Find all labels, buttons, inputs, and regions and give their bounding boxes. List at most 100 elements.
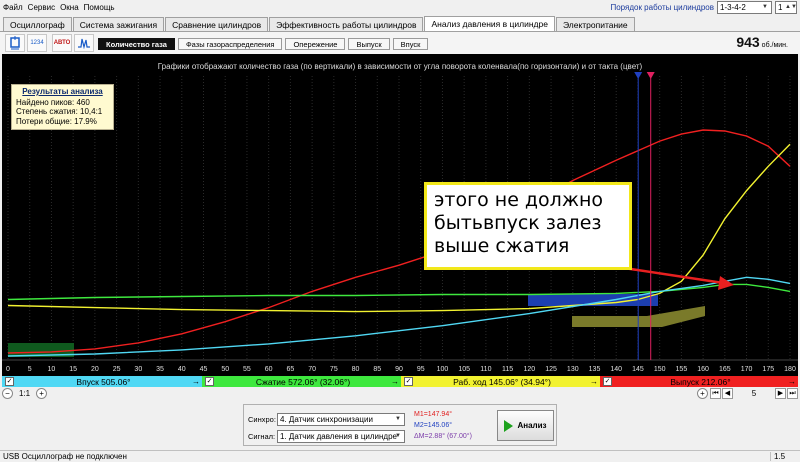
stroke-intake[interactable]: ✓ Впуск 505.06° →: [2, 376, 202, 387]
tab-label: Осциллограф: [10, 19, 65, 30]
checkbox-icon[interactable]: ✓: [205, 377, 214, 386]
subtab-label: Фазы газораспределения: [185, 39, 275, 49]
arrow-right-icon[interactable]: →: [190, 377, 202, 386]
annotation-line-1: этого не должно: [434, 189, 603, 211]
subtab-exhaust[interactable]: Выпуск: [348, 38, 390, 50]
annotation-note: этого не должно бытьвпуск залез выше сжа…: [424, 182, 632, 270]
x-tick-label: 75: [330, 366, 338, 373]
subtab-intake[interactable]: Впуск: [392, 38, 429, 50]
analyze-label: Анализ: [517, 421, 547, 430]
results-title: Результаты анализа: [22, 87, 103, 96]
cylinder-icon[interactable]: [5, 34, 25, 52]
zoom-out-icon[interactable]: −: [2, 388, 13, 399]
signal-select[interactable]: 1. Датчик давления в цилиндре ▼: [277, 430, 405, 443]
menu-file[interactable]: Файл: [3, 3, 23, 12]
chevron-down-icon: ▼: [762, 4, 768, 10]
prev-page-icon[interactable]: ◀: [722, 388, 733, 399]
x-tick-label: 115: [502, 366, 513, 373]
x-tick-label: 110: [480, 366, 491, 373]
stroke-power[interactable]: ✓ Раб. ход 145.06° (34.94°) →: [401, 376, 600, 387]
tab-oscilloscope[interactable]: Осциллограф: [3, 17, 72, 31]
gas-quantity-chart[interactable]: Графики отображают количество газа (по в…: [2, 54, 798, 376]
x-tick-label: 180: [784, 366, 796, 373]
next-page-icon[interactable]: ▶: [775, 388, 786, 399]
spin-arrows-icon: ▲▼: [785, 4, 797, 10]
cylinder-order-select[interactable]: 1-3-4-2 ▼: [717, 1, 772, 14]
annotation-line-2: бытьвпуск залез: [434, 212, 602, 234]
first-page-icon[interactable]: ⏮: [710, 388, 721, 399]
x-tick-label: 10: [48, 366, 56, 373]
subtab-advance[interactable]: Опережение: [285, 38, 346, 50]
last-page-icon[interactable]: ⏭: [787, 388, 798, 399]
tab-label: Электропитание: [562, 19, 628, 30]
sync-label: Синхро:: [248, 415, 276, 424]
pulse-icon[interactable]: [74, 34, 94, 52]
stroke-power-label: Раб. ход 145.06° (34.94°): [453, 376, 551, 387]
arrow-right-icon[interactable]: →: [389, 377, 401, 386]
stroke-exhaust[interactable]: ✓ Выпуск 212.06° →: [600, 376, 798, 387]
navigation-bar: − 1:1 + + ⏮ ◀ 5 ▶ ⏭: [0, 387, 800, 400]
cylinder-numbers-icon[interactable]: 1234: [27, 34, 47, 52]
auto-icon[interactable]: АВТО: [52, 34, 72, 52]
arrow-right-icon[interactable]: →: [588, 377, 600, 386]
rpm-display: 943 об./мин.: [736, 34, 788, 50]
page-number: 5: [751, 389, 757, 398]
marker-delta: ΔM=2.88° (67.00°): [414, 433, 472, 440]
analysis-control-panel: Синхро: 4. Датчик синхронизации ▼ Сигнал…: [243, 404, 557, 446]
tab-cylinder-efficiency[interactable]: Эффективность работы цилиндров: [269, 17, 424, 31]
x-tick-label: 160: [697, 366, 709, 373]
sub-tabs: Количество газа Фазы газораспределения О…: [98, 38, 431, 50]
x-tick-label: 70: [308, 366, 316, 373]
tab-cylinder-compare[interactable]: Сравнение цилиндров: [165, 17, 269, 31]
menu-help[interactable]: Помощь: [84, 3, 115, 12]
subtab-label: Впуск: [400, 39, 421, 49]
menu-service[interactable]: Сервис: [28, 3, 55, 12]
subtab-label: Опережение: [293, 39, 338, 49]
x-tick-label: 95: [417, 366, 425, 373]
stroke-legend: ✓ Впуск 505.06° → ✓ Сжатие 572.06° (32.0…: [2, 376, 798, 387]
cylinder-order-label: Порядок работы цилиндров: [610, 3, 714, 12]
subtab-valve-timing[interactable]: Фазы газораспределения: [177, 38, 283, 50]
x-tick-label: 150: [654, 366, 666, 373]
zoom-in-icon[interactable]: +: [36, 388, 48, 399]
tab-ignition[interactable]: Система зажигания: [72, 17, 165, 31]
checkbox-icon[interactable]: ✓: [5, 377, 14, 386]
subtab-gas-quantity[interactable]: Количество газа: [98, 38, 175, 50]
stroke-intake-label: Впуск 505.06°: [76, 376, 131, 387]
analysis-results-box: Результаты анализа Найдено пиков: 460 Ст…: [11, 84, 114, 130]
analyze-button[interactable]: Анализ: [497, 410, 554, 441]
toolbar: 1234 АВТО Количество газа Фазы газораспр…: [0, 32, 800, 54]
x-tick-label: 20: [91, 366, 99, 373]
menu-windows[interactable]: Окна: [60, 3, 79, 12]
tab-label: Система зажигания: [79, 19, 158, 30]
status-bar: USB Осциллограф не подключен 1.5: [0, 450, 800, 462]
tab-label: Анализ давления в цилиндре: [431, 19, 548, 29]
signal-label: Сигнал:: [248, 432, 276, 441]
tab-pressure-analysis[interactable]: Анализ давления в цилиндре: [424, 16, 555, 31]
x-tick-label: 130: [567, 366, 579, 373]
rpm-value: 943: [736, 34, 760, 50]
marker-readouts: M1=147.94° M2=145.06° ΔM=2.88° (67.00°): [414, 409, 472, 442]
tab-label: Эффективность работы цилиндров: [276, 19, 417, 30]
tab-power-supply[interactable]: Электропитание: [555, 17, 635, 31]
x-tick-label: 5: [28, 366, 32, 373]
add-page-icon[interactable]: +: [697, 388, 708, 399]
checkbox-icon[interactable]: ✓: [404, 377, 413, 386]
x-tick-label: 135: [589, 366, 601, 373]
x-tick-label: 35: [156, 366, 164, 373]
stroke-compression[interactable]: ✓ Сжатие 572.06° (32.06°) →: [202, 376, 401, 387]
arrow-right-icon[interactable]: →: [786, 377, 798, 386]
results-compression: Степень сжатия: 10,4:1: [16, 107, 103, 116]
x-tick-label: 85: [373, 366, 381, 373]
x-tick-label: 140: [610, 366, 622, 373]
play-icon: [504, 419, 514, 432]
x-tick-label: 45: [200, 366, 208, 373]
checkbox-icon[interactable]: ✓: [603, 377, 612, 386]
x-tick-label: 105: [458, 366, 470, 373]
sync-select[interactable]: 4. Датчик синхронизации ▼: [277, 413, 405, 426]
cylinder-spinner[interactable]: 1 ▲▼: [775, 1, 797, 14]
main-tabs: Осциллограф Система зажигания Сравнение …: [3, 16, 636, 31]
x-tick-label: 170: [741, 366, 753, 373]
cylinder-order: Порядок работы цилиндров 1-3-4-2 ▼ 1 ▲▼: [610, 1, 797, 14]
x-tick-label: 55: [243, 366, 251, 373]
